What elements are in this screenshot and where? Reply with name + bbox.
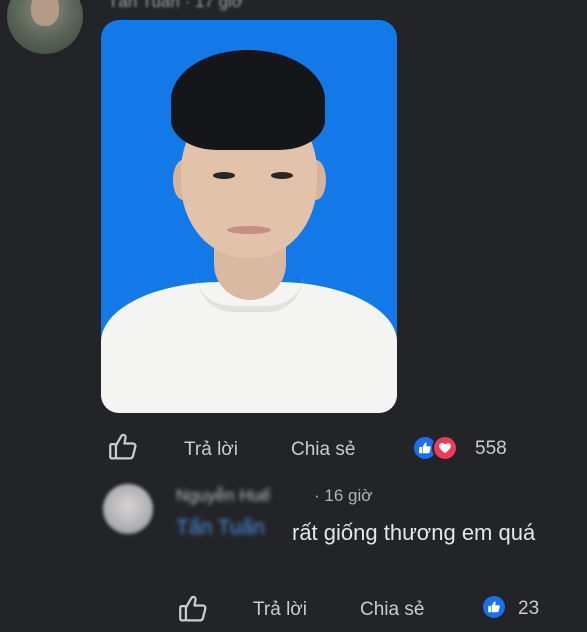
share-button[interactable]: Chia sẻ	[291, 439, 355, 461]
reply-author-avatar[interactable]	[103, 484, 153, 534]
reply-text: rất giống thương em quá	[176, 514, 556, 552]
thumbs-up-outline-icon	[176, 592, 210, 626]
comment-author-header[interactable]: Tấn Tuấn · 17 giờ	[108, 0, 243, 12]
thumbs-up-outline-icon	[106, 430, 140, 464]
reply-author-name[interactable]: Nguyễn Huế	[176, 486, 271, 506]
reaction-summary[interactable]	[412, 435, 458, 461]
like-reaction-icon	[481, 594, 507, 620]
reply-time-value[interactable]: 16 giờ	[324, 486, 372, 505]
reaction-count[interactable]: 558	[475, 438, 507, 460]
reply-time-separator: ·	[314, 486, 320, 505]
reply-share-button[interactable]: Chia sẻ	[360, 599, 424, 621]
reply-time[interactable]: · 16 giờ	[314, 486, 372, 506]
like-button[interactable]	[106, 430, 140, 464]
love-reaction-icon	[432, 435, 458, 461]
comment-photo[interactable]	[101, 20, 397, 413]
reply-reaction-summary[interactable]	[481, 594, 507, 620]
reply-reaction-count[interactable]: 23	[518, 598, 539, 620]
comment-author-name[interactable]: Tấn Tuấn	[108, 0, 180, 11]
reply-reply-button[interactable]: Trả lời	[253, 599, 307, 621]
reply-text-body: rất giống thương em quá	[292, 520, 536, 545]
reply-button[interactable]: Trả lời	[184, 439, 238, 461]
reply-like-button[interactable]	[176, 592, 210, 626]
comment-time[interactable]: 17 giờ	[195, 0, 243, 11]
author-avatar[interactable]	[7, 0, 83, 54]
